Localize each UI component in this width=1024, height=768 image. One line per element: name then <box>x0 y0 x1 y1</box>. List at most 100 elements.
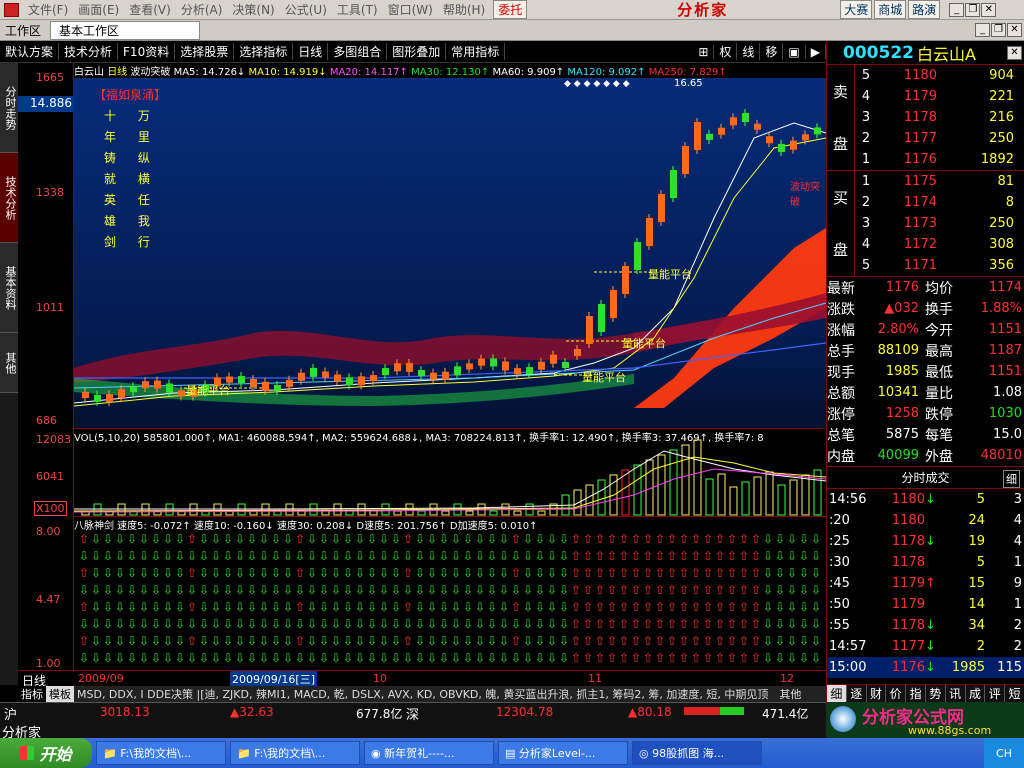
panel-tab[interactable]: 指 <box>906 685 926 702</box>
start-button[interactable]: 开始 <box>0 738 92 768</box>
tab-close-icon[interactable]: ✕ <box>1007 23 1022 37</box>
toolbar-default-scheme[interactable]: 默认方案 <box>0 43 60 60</box>
arrow-down-icon: ⇩ <box>559 600 569 614</box>
menu-file[interactable]: 文件(F) <box>23 1 73 18</box>
ticks-detail-button[interactable]: 细 <box>1003 470 1020 488</box>
dasai-button[interactable]: 大赛 <box>840 0 873 19</box>
workspace-label[interactable]: 工作区 <box>0 22 46 39</box>
buy-row[interactable]: 3 1173 250 <box>855 213 1024 234</box>
panel-tab[interactable]: 细 <box>827 685 847 702</box>
sell-level: 4 <box>861 89 871 104</box>
panel-tab[interactable]: 财 <box>867 685 887 702</box>
tick-list[interactable]: 14:56 1180 ↓ 5 3:20 1180 24 4:25 1178 ↓ 19 4:30 1178… <box>827 489 1024 678</box>
crosshair-icon[interactable]: ⊞ <box>693 44 715 59</box>
arrow-up-icon: ⇧ <box>643 566 653 580</box>
volume-plot[interactable]: VOL(5,10,20) 585801.000↑, MA1: 460088.59… <box>74 428 826 516</box>
toolbar-move[interactable]: 移 <box>760 43 784 60</box>
task-folder-1[interactable]: 📁 F:\我的文档\... <box>96 741 226 765</box>
tab-basic-workspace[interactable]: 基本工作区 <box>50 20 201 40</box>
task-folder-2[interactable]: 📁 F:\我的文档\... <box>230 741 360 765</box>
toolbar-rights[interactable]: 权 <box>714 43 738 60</box>
panel-tab[interactable]: 讯 <box>946 685 966 702</box>
panel-tab[interactable]: 价 <box>886 685 907 702</box>
panel-tab[interactable]: 评 <box>985 685 1006 702</box>
sell-row[interactable]: 4 1179 221 <box>855 86 1024 107</box>
panel-tab[interactable]: 成 <box>966 685 986 702</box>
tab-template[interactable]: 模板 <box>46 686 74 702</box>
toolbar-tech-analysis[interactable]: 技术分析 <box>59 43 119 60</box>
toolbar-multi-chart[interactable]: 多图组合 <box>328 43 388 60</box>
toolbar-select-stock[interactable]: 选择股票 <box>175 43 235 60</box>
arrow-down-icon: ⇩ <box>319 583 329 597</box>
panel-tab[interactable]: 短 <box>1005 685 1024 702</box>
sidetab-intraday[interactable]: 分时走势 <box>0 63 18 153</box>
task-ie[interactable]: ◉ 新年贺礼----... <box>364 741 494 765</box>
panel-close-icon[interactable]: ✕ <box>1007 45 1022 60</box>
sell-row[interactable]: 5 1180 904 <box>855 65 1024 86</box>
buy-row[interactable]: 4 1172 308 <box>855 234 1024 255</box>
sell-row[interactable]: 2 1177 250 <box>855 128 1024 149</box>
sell-row[interactable]: 1 1176 1892 <box>855 149 1024 170</box>
tick-row[interactable]: 14:57 1177 ↓ 2 2 <box>827 636 1024 657</box>
sidetab-basic[interactable]: 基本资料 <box>0 243 18 333</box>
tab-restore-icon[interactable]: ❐ <box>991 23 1006 37</box>
restore-icon[interactable]: ❐ <box>965 2 981 17</box>
tick-row[interactable]: :45 1179 ↑ 15 9 <box>827 573 1024 594</box>
arrow-down-icon: ⇩ <box>511 651 521 665</box>
shangcheng-button[interactable]: 商城 <box>874 0 907 19</box>
task-screenshot[interactable]: ◎ 98股抓图 海... <box>632 741 762 765</box>
panel-tab[interactable]: 逐 <box>847 685 867 702</box>
arrow-up-icon: ⇧ <box>595 549 605 563</box>
panel-icon[interactable]: ▣ <box>783 44 806 59</box>
menu-view[interactable]: 查看(V) <box>124 1 176 18</box>
panel-tab[interactable]: 势 <box>926 685 946 702</box>
tab-indicator[interactable]: 指标 <box>18 686 46 702</box>
minimize-icon[interactable]: _ <box>949 2 965 17</box>
menu-screen[interactable]: 画面(E) <box>73 1 124 18</box>
menu-decision[interactable]: 决策(N) <box>227 1 279 18</box>
tick-row[interactable]: 14:56 1180 ↓ 5 3 <box>827 489 1024 510</box>
close-icon[interactable]: ✕ <box>981 2 997 17</box>
menu-help[interactable]: 帮助(H) <box>438 1 490 18</box>
sidetab-other[interactable]: 其他 <box>0 333 18 393</box>
tick-row[interactable]: :20 1180 24 4 <box>827 510 1024 531</box>
menu-analysis[interactable]: 分析(A) <box>176 1 228 18</box>
tray-lang[interactable]: CH <box>984 738 1024 768</box>
tick-row[interactable]: :55 1178 ↓ 34 2 <box>827 615 1024 636</box>
tick-row[interactable]: :50 1179 14 1 <box>827 594 1024 615</box>
arrow-down-icon: ⇩ <box>475 634 485 648</box>
arrow-down-icon: ⇩ <box>199 583 209 597</box>
buy-row[interactable]: 2 1174 8 <box>855 192 1024 213</box>
toolbar-daily[interactable]: 日线 <box>293 43 329 60</box>
sell-volume: 904 <box>989 68 1014 83</box>
volume-bar <box>345 510 354 516</box>
toolbar-line[interactable]: 线 <box>737 43 761 60</box>
tab-minimize-icon[interactable]: _ <box>975 23 990 37</box>
toolbar-overlay[interactable]: 图形叠加 <box>387 43 447 60</box>
sell-row[interactable]: 3 1178 216 <box>855 107 1024 128</box>
menu-formula[interactable]: 公式(U) <box>280 1 332 18</box>
buy-row[interactable]: 5 1171 356 <box>855 255 1024 276</box>
tick-row[interactable]: 15:00 1176 ↓ 1985 115 <box>827 657 1024 678</box>
play-icon[interactable]: ▶ <box>806 44 826 59</box>
buy-row[interactable]: 1 1175 81 <box>855 171 1024 192</box>
bamai-plot[interactable]: 八脉神剑 速度5: -0.072↑ 速度10: -0.160↓ 速度30: 0.… <box>74 516 826 670</box>
tab-other[interactable]: 其他 <box>771 686 809 702</box>
menu-tools[interactable]: 工具(T) <box>332 1 383 18</box>
luyan-button[interactable]: 路演 <box>908 0 941 19</box>
arrow-up-icon: ⇧ <box>187 532 197 546</box>
arrow-up-icon: ⇧ <box>295 634 305 648</box>
menu-window[interactable]: 窗口(W) <box>383 1 438 18</box>
weituo-button[interactable]: 委托 <box>493 0 528 19</box>
toolbar-f10[interactable]: F10资料 <box>118 43 176 60</box>
candlestick-plot[interactable]: ◆ ◆ ◆ ◆ ◆ ◆ ◆ 【福如泉涌】 十 万 年 里 铸 纵 就 横 英 任… <box>74 78 826 428</box>
indicator-list[interactable]: MSD, DDX, I DDE决策 |[迪, ZJKD, 辣MI1, MACD,… <box>74 686 771 702</box>
toolbar-common-indicators[interactable]: 常用指标 <box>446 43 506 60</box>
toolbar-select-indicator[interactable]: 选择指标 <box>234 43 294 60</box>
arrow-down-icon: ⇩ <box>223 651 233 665</box>
tick-row[interactable]: :25 1178 ↓ 19 4 <box>827 531 1024 552</box>
tick-row[interactable]: :30 1178 5 1 <box>827 552 1024 573</box>
arrow-down-icon: ⇩ <box>775 651 785 665</box>
task-fenxijia[interactable]: ▤ 分析家Level-... <box>498 741 628 765</box>
sidetab-tech[interactable]: 技术分析 <box>0 153 18 243</box>
